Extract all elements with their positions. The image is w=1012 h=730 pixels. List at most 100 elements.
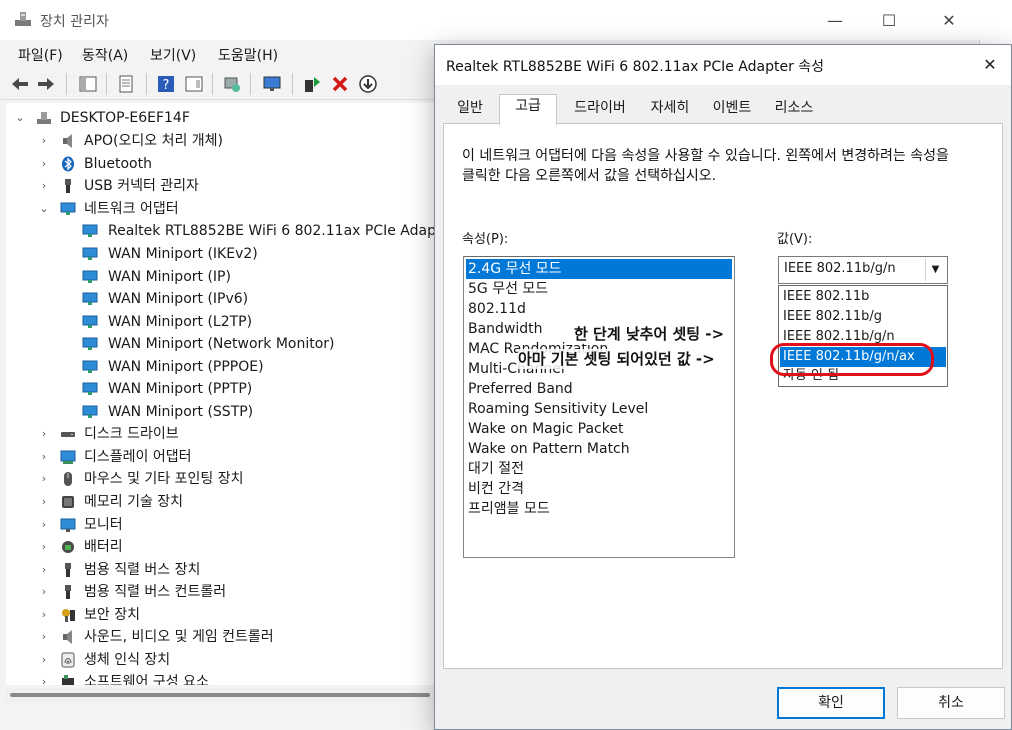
monitor-icon [60,518,76,532]
minimize-button[interactable]: — [812,8,858,34]
properties-dialog: Realtek RTL8852BE WiFi 6 802.11ax PCIe A… [434,44,1012,730]
svg-text:?: ? [163,78,170,93]
chevron-right-icon[interactable]: › [38,581,50,603]
chevron-right-icon[interactable]: › [38,423,50,445]
chevron-right-icon[interactable]: › [38,604,50,626]
usb-icon [65,563,71,577]
monitor-scan-icon[interactable] [262,74,282,94]
close-button[interactable]: ✕ [926,8,972,34]
tab-details[interactable]: 자세히 [641,97,699,121]
value-option[interactable]: IEEE 802.11b [780,287,946,307]
adapter-label: Realtek RTL8852BE WiFi 6 802.11ax PCIe A… [108,223,436,239]
property-item[interactable]: 대기 절전 [466,459,732,479]
chevron-right-icon[interactable]: › [38,649,50,671]
usb-icon [65,179,71,193]
network-adapter-icon [82,405,98,418]
description-text: 이 네트워크 어댑터에 다음 속성을 사용할 수 있습니다. 왼쪽에서 변경하려… [462,148,949,184]
show-hide-tree-icon[interactable] [78,74,98,94]
chevron-right-icon[interactable]: › [38,559,50,581]
category-label: 보안 장치 [84,607,140,623]
chevron-right-icon[interactable]: › [38,671,50,685]
category-label: 사운드, 비디오 및 게임 컨트롤러 [84,629,274,645]
category-label: USB 커넥터 관리자 [84,178,199,194]
mouse-icon [64,472,72,486]
network-adapter-icon [82,382,98,395]
uninstall-x-icon[interactable] [330,74,350,94]
update-view-icon[interactable] [184,74,204,94]
scrollbar-thumb[interactable] [10,693,430,697]
device-manager-icon [15,12,31,26]
chevron-right-icon[interactable]: › [38,626,50,648]
chevron-right-icon[interactable]: › [38,153,50,175]
disable-device-icon[interactable] [358,74,378,94]
network-adapter-icon [82,292,98,305]
property-item[interactable]: 프리앰블 모드 [466,499,732,519]
property-list[interactable]: 2.4G 무선 모드 5G 무선 모드 802.11d Bandwidth MA… [463,256,735,558]
tab-general[interactable]: 일반 [445,97,495,121]
maximize-button[interactable]: ☐ [866,8,912,34]
enable-device-icon[interactable] [302,74,322,94]
value-option-highlighted[interactable]: IEEE 802.11b/g/n/ax [780,347,946,367]
property-item[interactable]: 802.11d [466,299,732,319]
menu-view[interactable]: 보기(V) [150,45,196,65]
adapter-label: WAN Miniport (Network Monitor) [108,336,335,352]
value-dropdown-list[interactable]: IEEE 802.11b IEEE 802.11b/g IEEE 802.11b… [778,285,948,387]
property-item[interactable]: 5G 무선 모드 [466,279,732,299]
device-tree[interactable]: ⌄ DESKTOP-E6EF14F › APO(오디오 처리 개체) › Blu… [6,103,436,685]
help-icon[interactable]: ? [156,74,176,94]
chevron-right-icon[interactable]: › [38,536,50,558]
dropdown-arrow-icon[interactable]: ▼ [925,259,945,281]
category-label: 네트워크 어댑터 [84,201,179,217]
adapter-label: WAN Miniport (IKEv2) [108,246,258,262]
category-label: 모니터 [84,517,123,533]
menu-help[interactable]: 도움말(H) [218,45,278,65]
value-option[interactable]: IEEE 802.11b/g [780,307,946,327]
adapter-label: WAN Miniport (PPPOE) [108,359,264,375]
chevron-right-icon[interactable]: › [38,514,50,536]
menu-file[interactable]: 파일(F) [18,45,63,65]
scan-hardware-icon[interactable] [222,74,242,94]
chevron-right-icon[interactable]: › [38,446,50,468]
value-dropdown[interactable]: IEEE 802.11b/g/n ▼ [778,256,948,284]
forward-arrow-icon[interactable] [36,74,56,94]
menu-action[interactable]: 동작(A) [82,45,128,65]
property-item[interactable]: Wake on Magic Packet [466,419,732,439]
back-arrow-icon[interactable] [10,74,30,94]
chevron-right-icon[interactable]: › [38,468,50,490]
title-bar: 장치 관리자 — ☐ ✕ [0,0,980,40]
chevron-right-icon[interactable]: › [38,175,50,197]
chevron-down-icon[interactable]: ⌄ [14,107,26,129]
network-adapter-icon [82,270,98,283]
value-option[interactable]: 자동 인 됨 [780,366,946,386]
properties-icon[interactable] [116,74,136,94]
value-selected: IEEE 802.11b/g/n [784,261,896,276]
category-label: 배터리 [84,539,123,555]
disk-drive-icon [61,432,75,437]
tab-driver[interactable]: 드라이버 [563,97,637,121]
adapter-label: WAN Miniport (L2TP) [108,314,253,330]
adapter-label: WAN Miniport (IPv6) [108,291,249,307]
bluetooth-icon [62,156,74,172]
memory-icon [62,496,74,508]
tab-advanced[interactable]: 고급 [499,94,557,125]
tab-resources[interactable]: 리소스 [765,97,823,121]
dialog-title: Realtek RTL8852BE WiFi 6 802.11ax PCIe A… [446,59,825,75]
window-title: 장치 관리자 [40,14,109,30]
chevron-right-icon[interactable]: › [38,130,50,152]
cancel-button[interactable]: 취소 [897,687,1005,719]
chevron-down-icon[interactable]: ⌄ [38,198,50,220]
property-item[interactable]: 비컨 간격 [466,479,732,499]
horizontal-scrollbar[interactable] [6,688,436,702]
usb-icon [65,585,71,599]
property-item[interactable]: Wake on Pattern Match [466,439,732,459]
property-item-selected[interactable]: 2.4G 무선 모드 [466,259,732,279]
tab-events[interactable]: 이벤트 [703,97,761,121]
display-adapter-icon [60,450,76,464]
ok-button[interactable]: 확인 [777,687,885,719]
network-adapter-icon [60,202,76,215]
chevron-right-icon[interactable]: › [38,491,50,513]
dialog-close-button[interactable]: ✕ [975,51,1005,79]
value-option[interactable]: IEEE 802.11b/g/n [780,327,946,347]
property-item[interactable]: Roaming Sensitivity Level [466,399,732,419]
property-item[interactable]: Preferred Band [466,379,732,399]
